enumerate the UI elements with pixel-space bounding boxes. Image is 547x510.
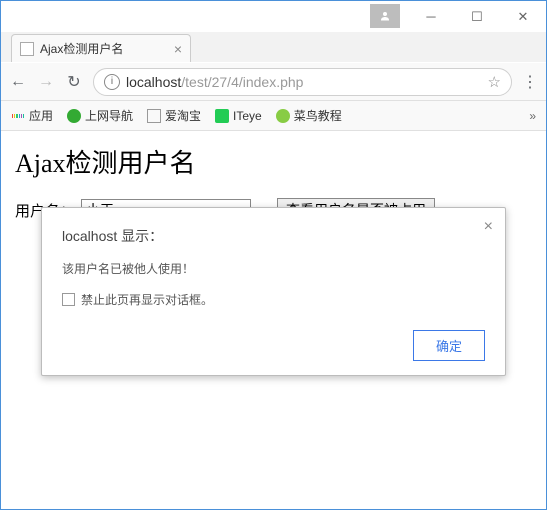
back-button[interactable]: ← — [9, 73, 27, 91]
suppress-label: 禁止此页再显示对话框。 — [81, 291, 213, 308]
bookmarks-overflow-icon[interactable]: » — [529, 109, 536, 123]
url-input[interactable]: i localhost/test/27/4/index.php ☆ — [93, 68, 512, 96]
apps-shortcut[interactable]: 应用 — [11, 107, 53, 124]
dialog-message: 该用户名已被他人使用！ — [62, 260, 485, 277]
dialog-ok-button[interactable]: 确定 — [413, 330, 485, 361]
close-window-button[interactable]: ✕ — [500, 1, 546, 32]
dialog-close-icon[interactable]: × — [484, 218, 493, 236]
window-titlebar: ─ ☐ ✕ — [1, 1, 546, 33]
bookmark-item[interactable]: ITeye — [215, 109, 262, 123]
browser-tab[interactable]: Ajax检测用户名 × — [11, 34, 191, 62]
minimize-button[interactable]: ─ — [408, 1, 454, 32]
dialog-title: localhost 显示： — [62, 226, 485, 246]
bookmark-item[interactable]: 上网导航 — [67, 107, 133, 124]
suppress-dialog-checkbox[interactable]: 禁止此页再显示对话框。 — [62, 291, 485, 308]
tab-strip: Ajax检测用户名 × — [1, 32, 546, 62]
bookmarks-bar: 应用 上网导航 爱淘宝 ITeye 菜鸟教程 » — [1, 101, 546, 131]
bookmark-favicon-icon — [215, 109, 229, 123]
profile-avatar[interactable] — [370, 4, 400, 28]
dialog-button-row: 确定 — [62, 330, 485, 361]
reload-button[interactable]: ↻ — [65, 72, 83, 92]
address-bar: ← → ↻ i localhost/test/27/4/index.php ☆ … — [1, 63, 546, 101]
tab-close-icon[interactable]: × — [174, 41, 182, 57]
bookmark-item[interactable]: 菜鸟教程 — [276, 107, 342, 124]
bookmark-item[interactable]: 爱淘宝 — [147, 107, 201, 124]
page-icon — [147, 109, 161, 123]
bookmark-star-icon[interactable]: ☆ — [488, 73, 501, 91]
site-info-icon[interactable]: i — [104, 74, 120, 90]
bookmark-favicon-icon — [67, 109, 81, 123]
tab-title: Ajax检测用户名 — [40, 40, 168, 57]
maximize-button[interactable]: ☐ — [454, 1, 500, 32]
apps-label: 应用 — [29, 107, 53, 124]
apps-grid-icon — [11, 109, 25, 123]
page-heading: Ajax检测用户名 — [15, 143, 532, 180]
url-text: localhost/test/27/4/index.php — [126, 74, 482, 90]
forward-button: → — [37, 73, 55, 91]
browser-menu-button[interactable]: ⋮ — [522, 72, 538, 92]
checkbox-icon — [62, 293, 75, 306]
alert-dialog: × localhost 显示： 该用户名已被他人使用！ 禁止此页再显示对话框。 … — [41, 207, 506, 376]
page-favicon-icon — [20, 42, 34, 56]
bookmark-favicon-icon — [276, 109, 290, 123]
